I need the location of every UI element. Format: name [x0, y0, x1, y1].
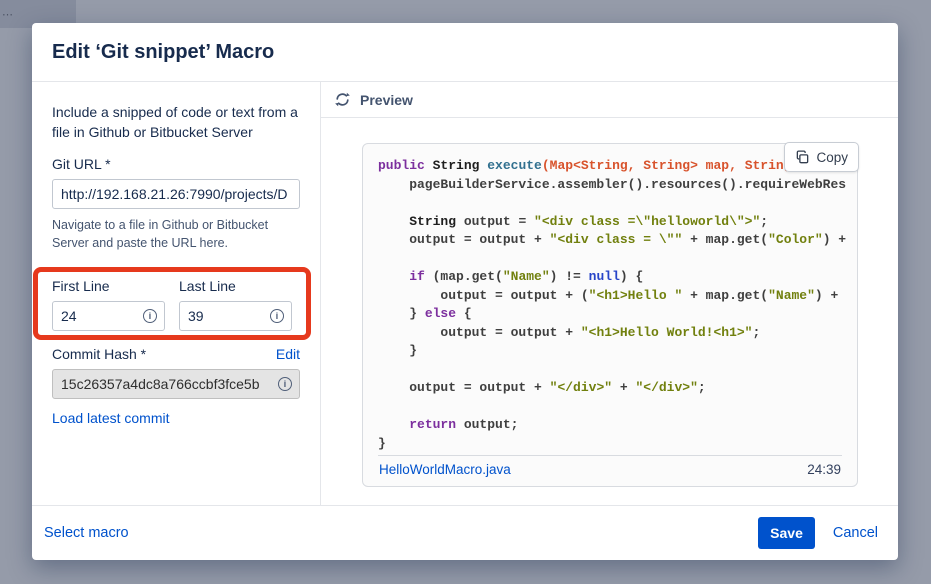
git-url-help: Navigate to a file in Github or Bitbucke…: [52, 216, 300, 252]
macro-description: Include a snipped of code or text from a…: [52, 102, 300, 142]
git-url-label: Git URL *: [52, 156, 300, 173]
info-icon[interactable]: i: [270, 309, 284, 323]
code-line: } else {: [378, 305, 843, 324]
code-line: public String execute(Map<String, String…: [378, 157, 843, 176]
code-line: output = output + "</div>" + "</div>";: [378, 379, 843, 398]
ellipsis-icon: ⋯: [2, 8, 14, 21]
copy-button[interactable]: Copy: [784, 142, 859, 172]
commit-hash-label: Commit Hash *: [52, 346, 146, 363]
code-block: public String execute(Map<String, String…: [363, 144, 857, 455]
refresh-icon[interactable]: [334, 91, 351, 108]
code-line: [378, 250, 843, 269]
last-line-field: Last Line i: [179, 278, 292, 331]
preview-panel: Preview Copy public String execute(Map<S…: [321, 82, 898, 505]
code-line: [378, 361, 843, 380]
info-icon[interactable]: i: [143, 309, 157, 323]
commit-hash-field: Commit Hash * Edit i Load latest commit: [52, 346, 300, 428]
code-line: output = output + "<h1>Hello World!<h1>"…: [378, 324, 843, 343]
last-line-label: Last Line: [179, 278, 292, 295]
code-line: [378, 194, 843, 213]
load-latest-commit-link[interactable]: Load latest commit: [52, 410, 170, 426]
code-line: return output;: [378, 416, 843, 435]
code-line: pageBuilderService.assembler().resources…: [378, 176, 843, 195]
commit-hash-input: [52, 369, 300, 399]
first-line-label: First Line: [52, 278, 165, 295]
info-icon[interactable]: i: [278, 377, 292, 391]
edit-macro-dialog: Edit ‘Git snippet’ Macro Include a snipp…: [32, 23, 898, 560]
code-line: if (map.get("Name") != null) {: [378, 268, 843, 287]
code-line: [378, 398, 843, 417]
code-line: output = output + "<div class = \"" + ma…: [378, 231, 843, 250]
dialog-footer: Select macro Save Cancel: [32, 506, 898, 560]
preview-body: Copy public String execute(Map<String, S…: [321, 118, 898, 505]
file-name-link[interactable]: HelloWorldMacro.java: [379, 462, 511, 477]
code-line: }: [378, 342, 843, 361]
select-macro-link[interactable]: Select macro: [44, 525, 129, 541]
copy-icon: [795, 150, 810, 165]
line-range-row: First Line i Last Line i: [52, 278, 300, 331]
first-line-field: First Line i: [52, 278, 165, 331]
edit-link[interactable]: Edit: [276, 346, 300, 362]
git-url-input[interactable]: [52, 179, 300, 209]
dialog-header: Edit ‘Git snippet’ Macro: [32, 23, 898, 82]
save-button[interactable]: Save: [758, 517, 815, 549]
preview-header: Preview: [321, 82, 898, 118]
macro-form-panel: Include a snipped of code or text from a…: [32, 82, 321, 505]
code-preview-card: Copy public String execute(Map<String, S…: [362, 143, 858, 487]
code-line: }: [378, 435, 843, 454]
code-line: String output = "<div class =\"helloworl…: [378, 213, 843, 232]
code-footer: HelloWorldMacro.java 24:39: [378, 455, 842, 486]
cancel-link[interactable]: Cancel: [833, 525, 878, 541]
preview-title: Preview: [360, 92, 413, 108]
line-range-badge: 24:39: [807, 462, 841, 477]
git-url-field: Git URL * Navigate to a file in Github o…: [52, 156, 300, 252]
code-line: output = output + ("<h1>Hello " + map.ge…: [378, 287, 843, 306]
dialog-body: Include a snipped of code or text from a…: [32, 82, 898, 506]
dialog-title: Edit ‘Git snippet’ Macro: [52, 41, 274, 64]
